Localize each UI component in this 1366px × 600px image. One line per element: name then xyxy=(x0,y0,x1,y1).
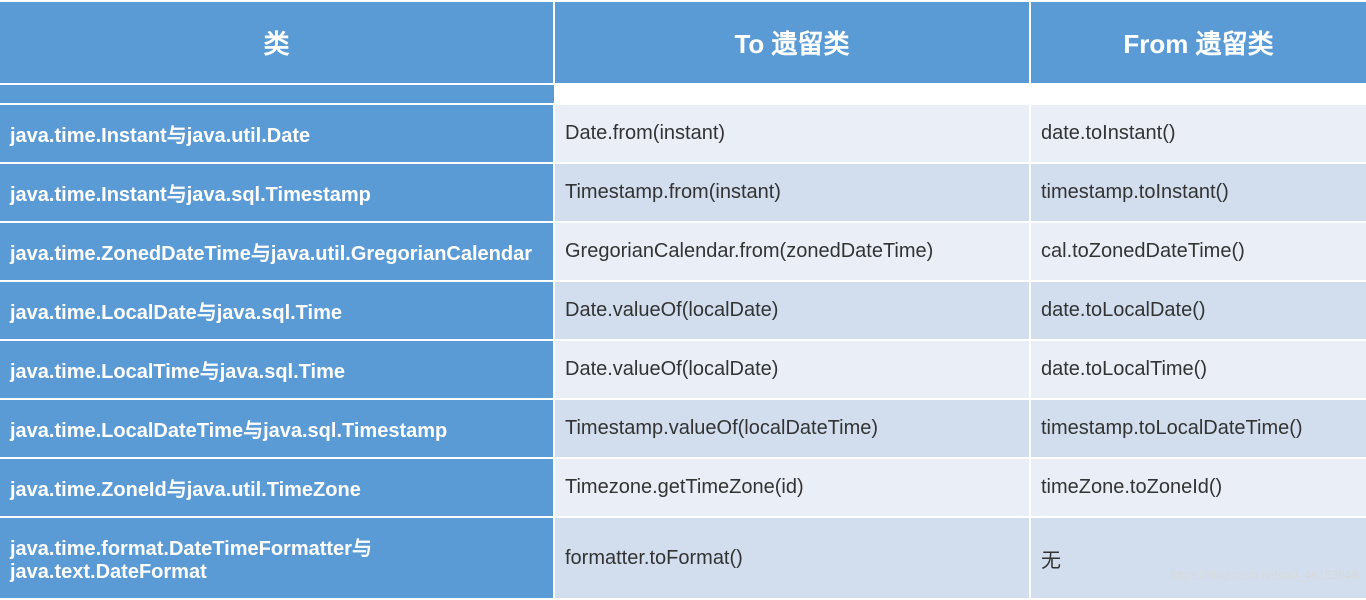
table-header-row: 类 To 遗留类 From 遗留类 xyxy=(0,1,1366,84)
cell-from: timestamp.toInstant() xyxy=(1030,163,1366,222)
table-row: java.time.LocalDateTime与java.sql.Timesta… xyxy=(0,399,1366,458)
cell-to: Timezone.getTimeZone(id) xyxy=(554,458,1030,517)
cell-to: Timestamp.from(instant) xyxy=(554,163,1030,222)
cell-from: timestamp.toLocalDateTime() xyxy=(1030,399,1366,458)
cell-class: java.time.ZoneId与java.util.TimeZone xyxy=(0,458,554,517)
cell-to: Date.valueOf(localDate) xyxy=(554,281,1030,340)
cell-to: Date.from(instant) xyxy=(554,104,1030,163)
cell-from: cal.toZonedDateTime() xyxy=(1030,222,1366,281)
table-row: java.time.LocalTime与java.sql.Time Date.v… xyxy=(0,340,1366,399)
header-from: From 遗留类 xyxy=(1030,1,1366,84)
java-time-legacy-table: 类 To 遗留类 From 遗留类 java.time.Instant与java… xyxy=(0,0,1366,600)
header-class: 类 xyxy=(0,1,554,84)
table-row: java.time.ZoneId与java.util.TimeZone Time… xyxy=(0,458,1366,517)
table-row: java.time.ZonedDateTime与java.util.Gregor… xyxy=(0,222,1366,281)
cell-class: java.time.format.DateTimeFormatter与java.… xyxy=(0,517,554,599)
cell-class: java.time.ZonedDateTime与java.util.Gregor… xyxy=(0,222,554,281)
cell-class: java.time.Instant与java.util.Date xyxy=(0,104,554,163)
cell-from: timeZone.toZoneId() xyxy=(1030,458,1366,517)
table-row: java.time.Instant与java.util.Date Date.fr… xyxy=(0,104,1366,163)
cell-class: java.time.LocalDateTime与java.sql.Timesta… xyxy=(0,399,554,458)
watermark-text: https://blog.csdn.net/m0_46163949 xyxy=(1171,568,1358,582)
cell-to: formatter.toFormat() xyxy=(554,517,1030,599)
cell-class: java.time.LocalDate与java.sql.Time xyxy=(0,281,554,340)
cell-from: 无 xyxy=(1030,517,1366,599)
spacer-row xyxy=(0,84,1366,104)
cell-from: date.toLocalDate() xyxy=(1030,281,1366,340)
cell-from: date.toLocalTime() xyxy=(1030,340,1366,399)
table-row: java.time.LocalDate与java.sql.Time Date.v… xyxy=(0,281,1366,340)
cell-to: Timestamp.valueOf(localDateTime) xyxy=(554,399,1030,458)
table-row: java.time.Instant与java.sql.Timestamp Tim… xyxy=(0,163,1366,222)
cell-class: java.time.Instant与java.sql.Timestamp xyxy=(0,163,554,222)
cell-to: GregorianCalendar.from(zonedDateTime) xyxy=(554,222,1030,281)
cell-from: date.toInstant() xyxy=(1030,104,1366,163)
cell-class: java.time.LocalTime与java.sql.Time xyxy=(0,340,554,399)
table-row: java.time.format.DateTimeFormatter与java.… xyxy=(0,517,1366,599)
cell-to: Date.valueOf(localDate) xyxy=(554,340,1030,399)
header-to: To 遗留类 xyxy=(554,1,1030,84)
